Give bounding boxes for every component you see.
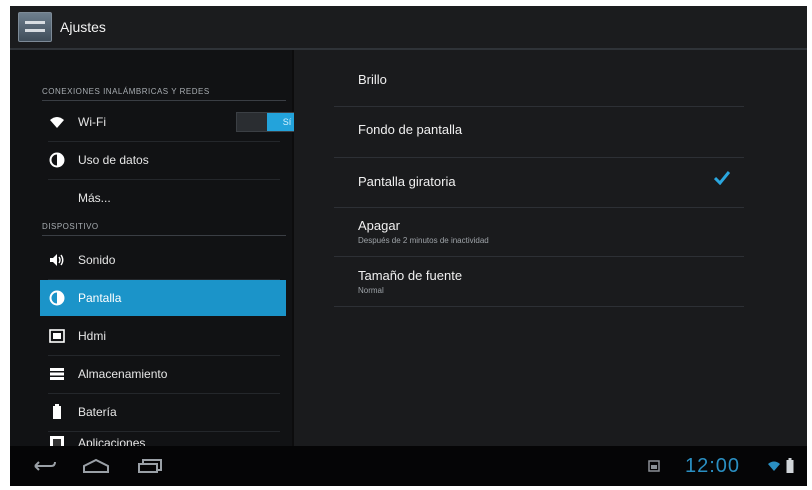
hdmi-icon [48,327,66,345]
pref-title: Apagar [358,218,400,233]
sidebar-item-battery[interactable]: Batería [40,394,286,430]
sidebar-item-label: Sonido [78,253,116,267]
section-header-device: DISPOSITIVO [42,222,99,231]
system-bar: 12:00 [10,446,807,486]
pref-font-size[interactable]: Tamaño de fuente Normal [358,268,738,295]
sidebar-item-label: Pantalla [78,291,122,305]
auto-rotate-checkbox[interactable] [713,171,731,190]
pref-title: Fondo de pantalla [358,122,463,137]
wifi-icon [48,113,66,131]
sidebar-item-data-usage[interactable]: Uso de datos [40,142,286,178]
settings-sidebar: CONEXIONES INALÁMBRICAS Y REDES Wi-Fi Sí… [10,50,308,450]
display-icon [48,289,66,307]
pref-divider [334,157,744,158]
settings-icon[interactable] [18,12,52,42]
volume-icon [48,251,66,269]
pref-summary: Después de 2 minutos de inactividad [358,236,489,245]
storage-icon [48,365,66,383]
data-usage-icon [48,151,66,169]
section-header-wireless: CONEXIONES INALÁMBRICAS Y REDES [42,87,210,96]
sidebar-item-display[interactable]: Pantalla [40,280,286,316]
recent-apps-button[interactable] [130,456,170,476]
pref-title: Tamaño de fuente [358,268,463,283]
battery-status-icon [780,456,800,476]
sidebar-item-storage[interactable]: Almacenamiento [40,356,286,392]
pref-divider [334,207,744,208]
pref-auto-rotate[interactable]: Pantalla giratoria [358,174,738,189]
pref-divider [334,256,744,257]
action-bar: Ajustes [10,6,807,50]
display-settings-panel: Brillo Fondo de pantalla Pantalla girato… [294,50,807,446]
sidebar-item-label: Wi-Fi [78,115,106,129]
sidebar-item-label: Más... [78,191,111,205]
sidebar-item-label: Almacenamiento [78,367,168,381]
sidebar-item-label: Hdmi [78,329,107,343]
pref-sleep[interactable]: Apagar Después de 2 minutos de inactivid… [358,218,738,245]
pref-title: Brillo [358,72,387,87]
pref-divider [334,306,744,307]
sidebar-item-label: Batería [78,405,117,419]
sidebar-item-hdmi[interactable]: Hdmi [40,318,286,354]
section-divider [42,100,286,101]
battery-icon [48,403,66,421]
sidebar-item-more[interactable]: Más... [40,180,286,216]
pref-title: Pantalla giratoria [358,174,456,189]
back-button[interactable] [24,456,64,476]
pref-divider [334,106,744,107]
app-title: Ajustes [60,19,106,35]
sidebar-item-label: Uso de datos [78,153,149,167]
pref-summary: Normal [358,286,384,295]
screenshot-icon [642,456,666,476]
sidebar-item-wifi[interactable]: Wi-Fi Sí [40,104,308,140]
section-divider [42,235,286,236]
home-button[interactable] [76,456,116,476]
status-clock: 12:00 [685,455,741,477]
pref-brightness[interactable]: Brillo [358,72,738,87]
pref-wallpaper[interactable]: Fondo de pantalla [358,122,738,137]
sidebar-item-sound[interactable]: Sonido [40,242,286,278]
tablet-screen: Ajustes CONEXIONES INALÁMBRICAS Y REDES … [10,6,807,486]
